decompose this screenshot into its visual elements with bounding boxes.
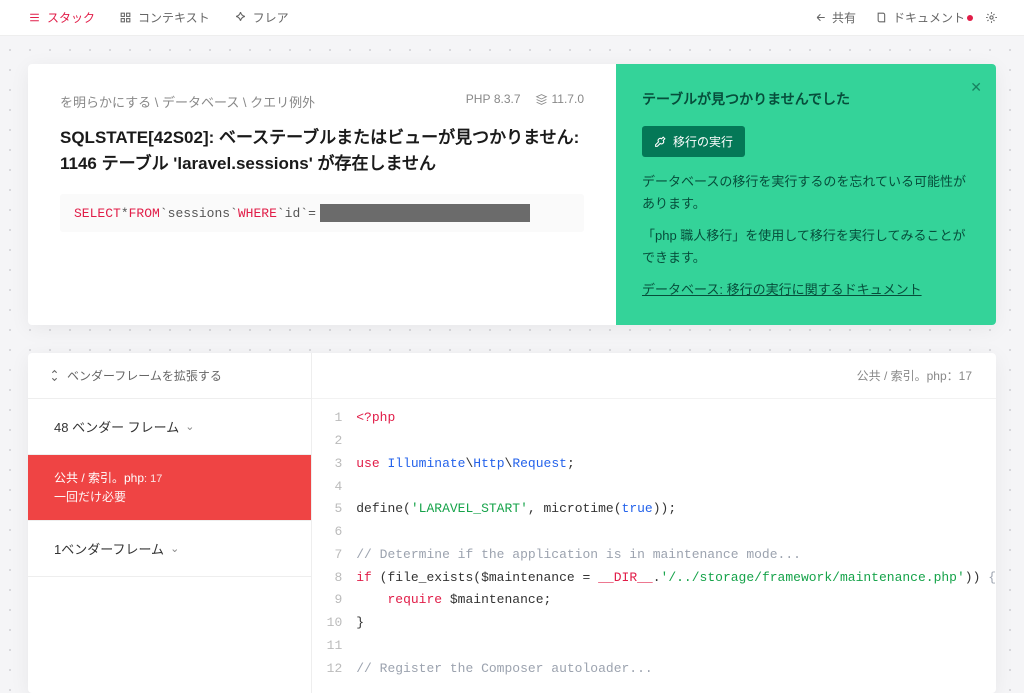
source-panel: 公共 / 索引。php：17 1<?php23use Illuminate\Ht… <box>312 353 996 693</box>
chevron-down-icon: ⌄ <box>170 542 179 555</box>
solution-line2: 「php 職人移行」を使用して移行を実行してみることができます。 <box>642 225 970 269</box>
code-line: 4 <box>312 476 996 499</box>
vendor-frame-group-1[interactable]: 48 ベンダー フレーム ⌄ <box>28 399 311 455</box>
source-path: 公共 / 索引。php <box>857 369 947 383</box>
book-icon <box>876 11 889 24</box>
code-line: 9 require $maintenance; <box>312 589 996 612</box>
frame-path: 公共 / 索引。php <box>54 471 144 485</box>
vendor-frame-group-2[interactable]: 1ベンダーフレーム ⌄ <box>28 521 311 577</box>
code-line: 8if (file_exists($maintenance = __DIR__.… <box>312 567 996 590</box>
share-label: 共有 <box>832 9 856 26</box>
run-migrations-button[interactable]: 移行の実行 <box>642 126 745 157</box>
code-line: 10} <box>312 612 996 635</box>
tab-stack[interactable]: スタック <box>16 0 107 35</box>
tab-flare[interactable]: フレア <box>222 0 301 35</box>
error-title: SQLSTATE[42S02]: ベーステーブルまたはビューが見つかりません: … <box>60 125 584 176</box>
php-label: PHP <box>466 92 491 106</box>
version-badges: PHP 8.3.7 11.7.0 <box>466 92 584 106</box>
group-label: 1ベンダーフレーム <box>54 539 164 558</box>
tab-context[interactable]: コンテキスト <box>107 0 222 35</box>
docs-button[interactable]: ドキュメント <box>866 9 975 26</box>
sql-query: SELECT * FROM `sessions` WHERE `id` = <box>60 194 584 232</box>
close-icon[interactable]: ✕ <box>970 76 982 100</box>
flare-icon <box>234 11 247 24</box>
source-line: ：17 <box>947 369 972 383</box>
laravel-icon <box>535 93 548 106</box>
redacted-value <box>320 204 530 222</box>
run-button-label: 移行の実行 <box>673 133 733 150</box>
code-line: 6 <box>312 521 996 544</box>
chevron-down-icon: ⌄ <box>185 420 194 433</box>
error-card-main: PHP 8.3.7 11.7.0 を明らかにする \ データベース \ クエリ例… <box>28 64 616 325</box>
tab-label: スタック <box>47 9 95 26</box>
laravel-version: 11.7.0 <box>552 92 584 106</box>
code-line: 1<?php <box>312 407 996 430</box>
share-icon <box>815 11 828 24</box>
solution-docs-link[interactable]: データベース: 移行の実行に関するドキュメント <box>642 282 922 297</box>
expand-icon <box>48 369 61 382</box>
sql-where: WHERE <box>238 206 277 221</box>
code-line: 11 <box>312 635 996 658</box>
code-line: 2 <box>312 430 996 453</box>
code-line: 3use Illuminate\Http\Request; <box>312 453 996 476</box>
sql-select: SELECT <box>74 206 121 221</box>
frame-line: : 17 <box>144 473 162 485</box>
group-label: 48 ベンダー フレーム <box>54 417 179 436</box>
docs-label: ドキュメント <box>893 9 965 26</box>
stack-icon <box>28 11 41 24</box>
code-line: 7// Determine if the application is in m… <box>312 544 996 567</box>
settings-button[interactable] <box>975 11 1008 24</box>
stack-trace-panel: ベンダーフレームを拡張する 48 ベンダー フレーム ⌄ 公共 / 索引。php… <box>28 353 996 693</box>
frame-list: ベンダーフレームを拡張する 48 ベンダー フレーム ⌄ 公共 / 索引。php… <box>28 353 312 693</box>
tab-label: コンテキスト <box>138 9 210 26</box>
solution-panel: ✕ テーブルが見つかりませんでした 移行の実行 データベースの移行を実行するのを… <box>616 64 996 325</box>
source-code[interactable]: 1<?php23use Illuminate\Http\Request;45de… <box>312 399 996 693</box>
php-version: 8.3.7 <box>494 92 521 106</box>
wrench-icon <box>654 135 667 148</box>
expand-label: ベンダーフレームを拡張する <box>67 367 222 384</box>
error-card: PHP 8.3.7 11.7.0 を明らかにする \ データベース \ クエリ例… <box>28 64 996 325</box>
tab-label: フレア <box>253 9 289 26</box>
solution-line1: データベースの移行を実行するのを忘れている可能性があります。 <box>642 171 970 215</box>
gear-icon <box>985 11 998 24</box>
sql-from: FROM <box>129 206 160 221</box>
code-line: 12// Register the Composer autoloader... <box>312 658 996 681</box>
code-line: 5define('LARAVEL_START', microtime(true)… <box>312 498 996 521</box>
context-icon <box>119 11 132 24</box>
frame-desc: 一回だけ必要 <box>54 488 285 506</box>
solution-title: テーブルが見つかりませんでした <box>642 88 970 112</box>
top-navbar: スタック コンテキスト フレア 共有 ドキュメント <box>0 0 1024 36</box>
source-file-header: 公共 / 索引。php：17 <box>312 353 996 399</box>
share-button[interactable]: 共有 <box>805 9 866 26</box>
active-frame[interactable]: 公共 / 索引。php: 17 一回だけ必要 <box>28 455 311 521</box>
expand-vendor-frames[interactable]: ベンダーフレームを拡張する <box>28 353 311 399</box>
